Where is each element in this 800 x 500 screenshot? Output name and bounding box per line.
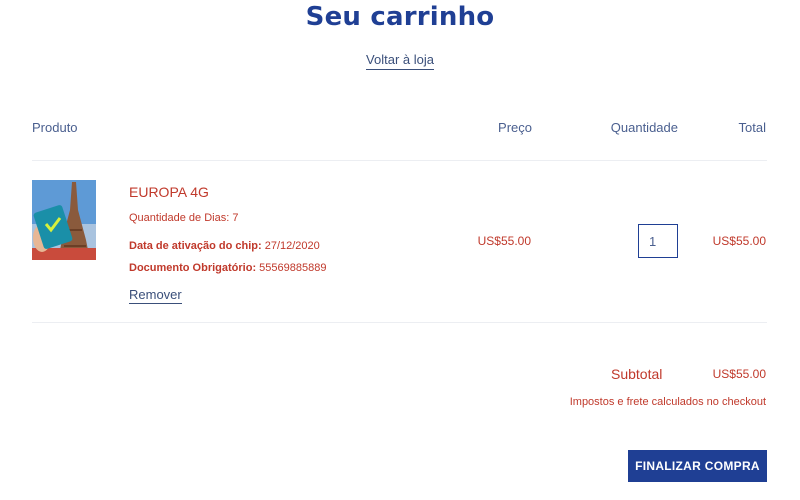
- activation-date-value: 27/12/2020: [264, 240, 320, 252]
- column-header-price: Preço: [498, 120, 532, 135]
- back-to-store-link[interactable]: Voltar à loja: [366, 52, 434, 70]
- product-name[interactable]: EUROPA 4G: [129, 184, 209, 200]
- column-header-product: Produto: [32, 120, 78, 135]
- subtotal-label: Subtotal: [611, 366, 663, 382]
- activation-date: Data de ativação do chip: 27/12/2020: [129, 240, 320, 252]
- item-divider: [32, 322, 767, 323]
- checkout-button[interactable]: FINALIZAR COMPRA: [628, 450, 767, 482]
- product-image[interactable]: [32, 180, 96, 260]
- page-title: Seu carrinho: [305, 2, 495, 32]
- header-divider: [32, 160, 767, 161]
- activation-date-label: Data de ativação do chip:: [129, 240, 262, 252]
- required-document-value: 55569885889: [259, 262, 327, 274]
- item-price: US$55.00: [477, 234, 531, 248]
- tax-shipping-note: Impostos e frete calculados no checkout: [569, 396, 766, 408]
- required-document: Documento Obrigatório: 55569885889: [129, 262, 326, 274]
- item-line-total: US$55.00: [712, 234, 766, 248]
- required-document-label: Documento Obrigatório:: [129, 262, 257, 274]
- product-days: Quantidade de Dias: 7: [129, 212, 239, 224]
- subtotal-value: US$55.00: [712, 367, 766, 381]
- eiffel-tower-sim-card-icon: [32, 180, 96, 260]
- back-to-store-link-wrapper: Voltar à loja: [0, 52, 800, 70]
- column-header-total: Total: [738, 120, 766, 135]
- quantity-input[interactable]: [638, 224, 678, 258]
- column-header-quantity: Quantidade: [610, 120, 678, 135]
- remove-item-link[interactable]: Remover: [129, 287, 182, 304]
